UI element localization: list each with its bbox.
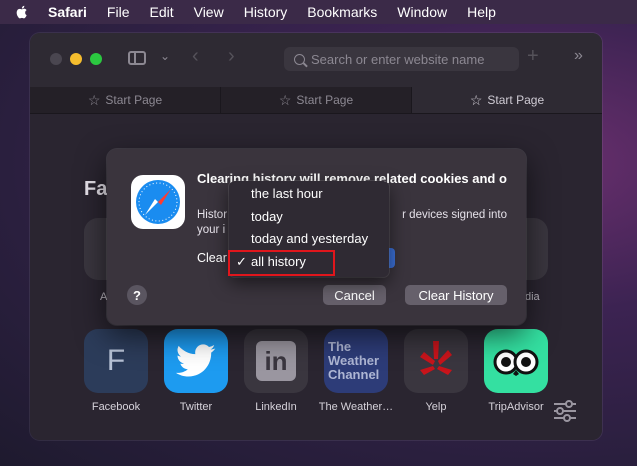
address-placeholder: Search or enter website name (311, 51, 485, 67)
clear-range-label: Clear (197, 251, 227, 265)
favorite-linkedin[interactable]: in (244, 329, 308, 393)
chevron-down-icon[interactable]: ⌄ (160, 49, 170, 63)
new-tab-plus-icon[interactable]: + (527, 45, 539, 68)
menu-bar: Safari File Edit View History Bookmarks … (0, 0, 637, 24)
menu-file[interactable]: File (97, 0, 140, 24)
favorite-label: Yelp (425, 401, 447, 413)
menu-safari[interactable]: Safari (38, 0, 97, 24)
menu-view[interactable]: View (184, 0, 234, 24)
apple-icon[interactable] (14, 4, 30, 20)
favorite-label: The Weather… (318, 401, 394, 413)
help-button[interactable]: ? (127, 285, 147, 305)
dialog-body-start: Histor (197, 209, 228, 221)
tab-start-page-1[interactable]: ☆ Start Page (30, 87, 221, 113)
clear-history-button[interactable]: Clear History (405, 285, 507, 305)
close-window-button[interactable] (50, 53, 62, 65)
highlight-box (228, 250, 335, 276)
tripadvisor-owl-icon (493, 349, 539, 376)
maximize-window-button[interactable] (90, 53, 102, 65)
favorite-weather-channel[interactable]: The Weather Channel (324, 329, 388, 393)
yelp-burst-icon (420, 341, 452, 375)
menu-option-last-hour[interactable]: the last hour (229, 183, 389, 205)
favorite-label-partial-right: dia (525, 291, 540, 303)
customize-sliders-icon[interactable] (552, 400, 578, 422)
minimize-window-button[interactable] (70, 53, 82, 65)
weather-channel-logo-line: The (328, 339, 352, 354)
favorite-tripadvisor[interactable] (484, 329, 548, 393)
menu-edit[interactable]: Edit (139, 0, 183, 24)
star-icon: ☆ (469, 91, 483, 108)
tab-bar: ☆ Start Page ☆ Start Page ☆ Start Page (30, 87, 602, 114)
favorite-twitter[interactable] (164, 329, 228, 393)
weather-channel-logo-line: Channel (328, 367, 380, 382)
favorite-label: TripAdvisor (488, 401, 544, 413)
tab-label: Start Page (296, 93, 354, 107)
weather-channel-logo-line: Weather (328, 353, 380, 368)
favorites-heading: Fa (84, 178, 108, 200)
toolbar: ⌄ ‹ › Search or enter website name + » (30, 33, 602, 88)
tab-start-page-2[interactable]: ☆ Start Page (221, 87, 412, 113)
search-icon (294, 53, 305, 65)
safari-compass-icon (131, 175, 185, 229)
menu-help[interactable]: Help (457, 0, 506, 24)
double-chevron-right-icon[interactable]: » (574, 47, 583, 65)
favorite-label: Facebook (91, 401, 141, 413)
menu-bookmarks[interactable]: Bookmarks (297, 0, 387, 24)
sidebar-icon[interactable] (128, 51, 146, 65)
favorite-label: LinkedIn (255, 401, 297, 413)
facebook-icon: F (106, 344, 126, 377)
tab-label: Start Page (487, 93, 545, 107)
menu-option-today-and-yesterday[interactable]: today and yesterday (229, 228, 389, 250)
favorite-label: Twitter (179, 401, 213, 413)
menu-window[interactable]: Window (387, 0, 457, 24)
star-icon: ☆ (278, 91, 292, 108)
twitter-bird-icon (176, 344, 216, 377)
back-arrow-icon[interactable]: ‹ (192, 45, 199, 68)
menu-option-today[interactable]: today (229, 206, 389, 228)
tab-label: Start Page (105, 93, 163, 107)
address-bar[interactable]: Search or enter website name (284, 47, 519, 71)
forward-arrow-icon[interactable]: › (228, 45, 235, 68)
cancel-button[interactable]: Cancel (323, 285, 386, 305)
dialog-body-end: r devices signed into (402, 209, 507, 221)
tab-start-page-3[interactable]: ☆ Start Page (412, 87, 602, 113)
favorite-yelp[interactable] (404, 329, 468, 393)
menu-history[interactable]: History (234, 0, 298, 24)
star-icon: ☆ (87, 91, 101, 108)
linkedin-icon: in (256, 341, 296, 381)
favorite-facebook[interactable]: F (84, 329, 148, 393)
